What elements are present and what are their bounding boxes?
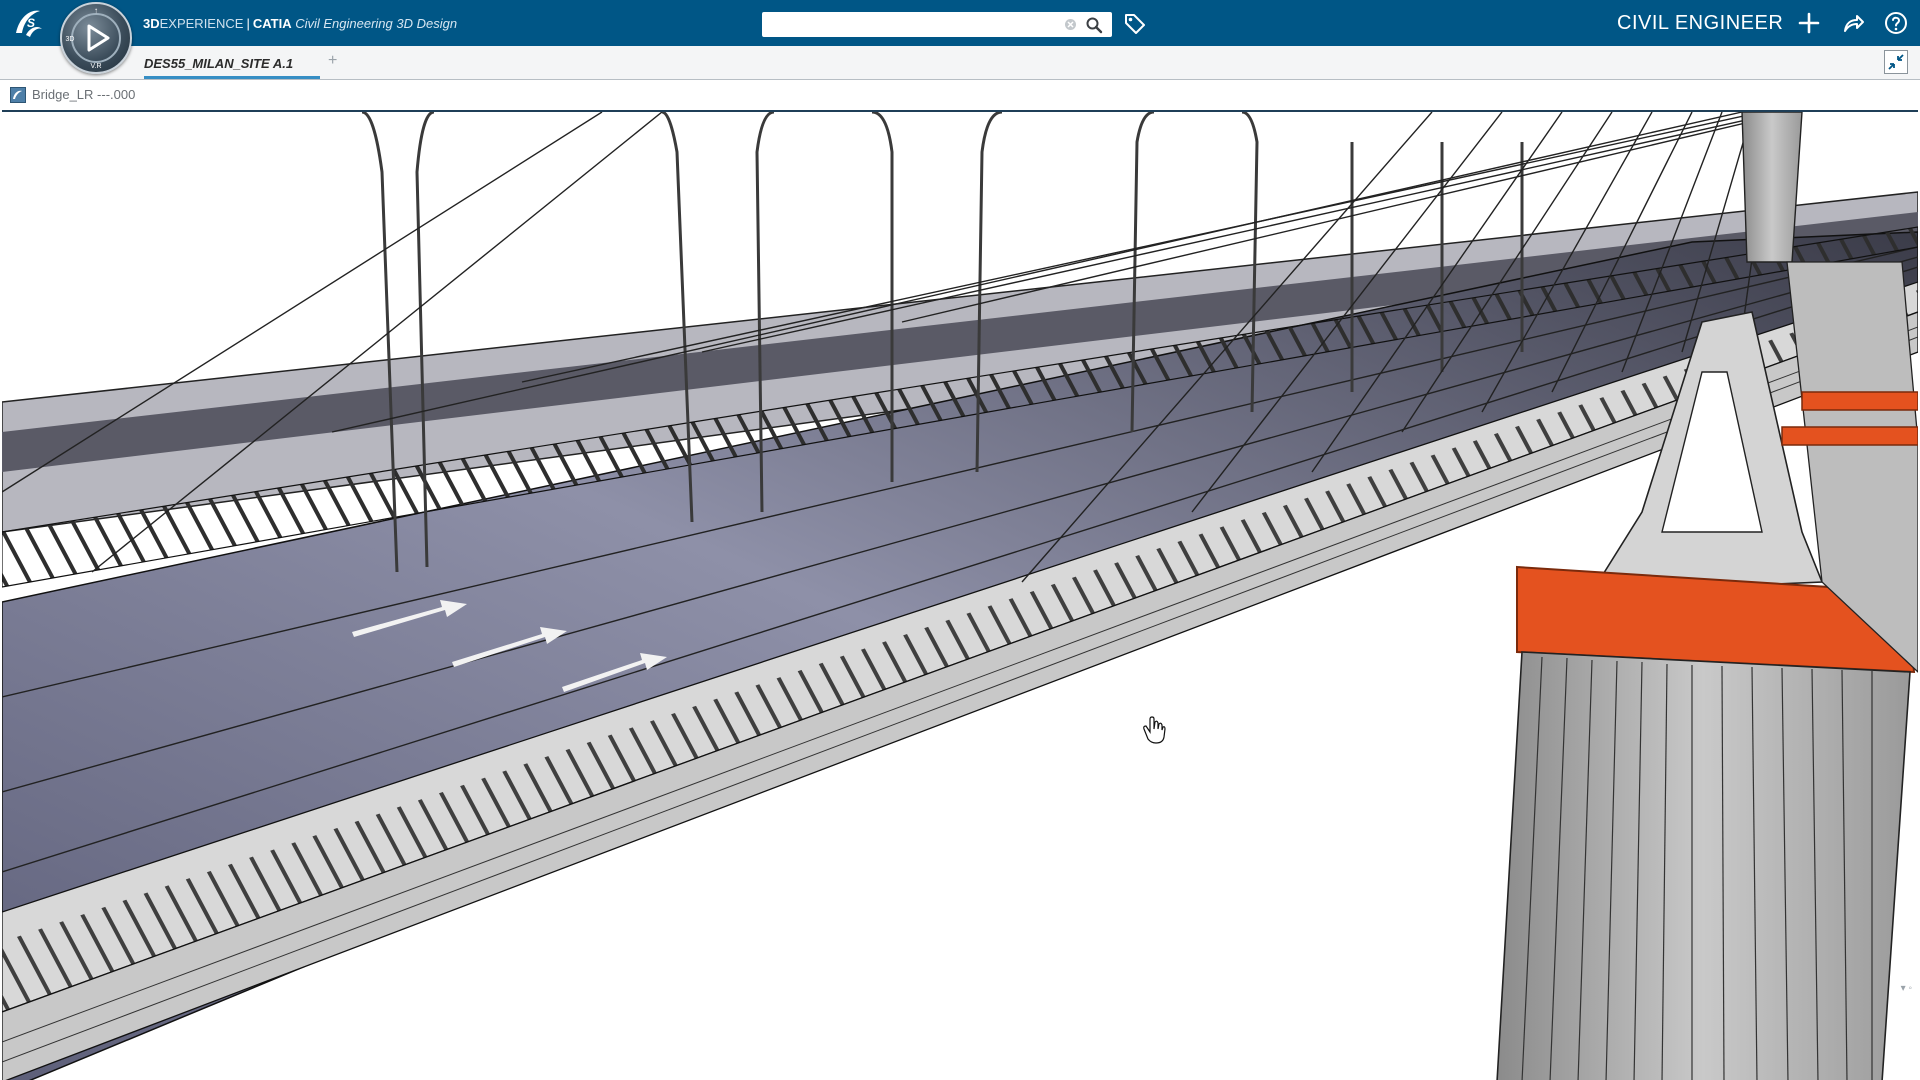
svg-text:S: S xyxy=(27,16,35,30)
brand-3d: 3D xyxy=(143,16,160,31)
brand-separator: | xyxy=(246,16,250,31)
collapse-icon xyxy=(1888,54,1904,70)
help-icon[interactable] xyxy=(1884,11,1908,35)
brand-catia: CATIA xyxy=(252,16,292,31)
plus-icon[interactable] xyxy=(1797,11,1821,35)
brand-experience: EXPERIENCE xyxy=(159,16,244,31)
bridge-model[interactable] xyxy=(2,112,1918,1080)
role-label[interactable]: CIVIL ENGINEER xyxy=(1617,12,1783,35)
brand-app-name: Civil Engineering 3D Design xyxy=(295,16,458,31)
share-icon[interactable] xyxy=(1841,11,1865,35)
add-tab-button[interactable]: + xyxy=(328,52,337,70)
svg-text:↑: ↑ xyxy=(94,6,98,15)
top-bar: S 3DEXPERIENCE | CATIA Civil Engineering 3… xyxy=(0,0,1920,46)
tab-label: DES55_MILAN_SITE A.1 xyxy=(144,56,294,71)
collapse-view-button[interactable] xyxy=(1884,50,1908,74)
product-icon[interactable] xyxy=(10,87,26,103)
tree-root-label[interactable]: Bridge_LR ---.000 xyxy=(32,87,135,102)
tab-des55-milan-site[interactable]: DES55_MILAN_SITE A.1 xyxy=(144,52,320,80)
tab-bar: DES55_MILAN_SITE A.1 + xyxy=(0,46,1920,80)
3d-viewport[interactable]: ▾ ◦ xyxy=(2,110,1918,1080)
specification-tree: Bridge_LR ---.000 xyxy=(0,81,1920,109)
active-tab-indicator xyxy=(144,76,320,79)
svg-text:3D: 3D xyxy=(66,36,75,43)
search-icon[interactable] xyxy=(1085,16,1103,34)
search-input[interactable] xyxy=(762,12,1062,37)
clear-icon[interactable] xyxy=(1064,18,1077,31)
hand-pointer-icon xyxy=(1143,716,1166,744)
pylon-tower xyxy=(1741,112,1803,263)
search-box[interactable] xyxy=(762,12,1112,37)
view-triad-icon[interactable]: ▾ ◦ xyxy=(1901,983,1912,994)
svg-text:V.R: V.R xyxy=(90,63,101,70)
tag-icon[interactable] xyxy=(1123,12,1147,36)
brand-title: 3DEXPERIENCE | CATIA Civil Engineering 3D … xyxy=(143,16,457,31)
compass-icon[interactable]: ↑ 3D V.R xyxy=(60,2,132,74)
ds-logo-icon[interactable]: S xyxy=(10,5,50,41)
